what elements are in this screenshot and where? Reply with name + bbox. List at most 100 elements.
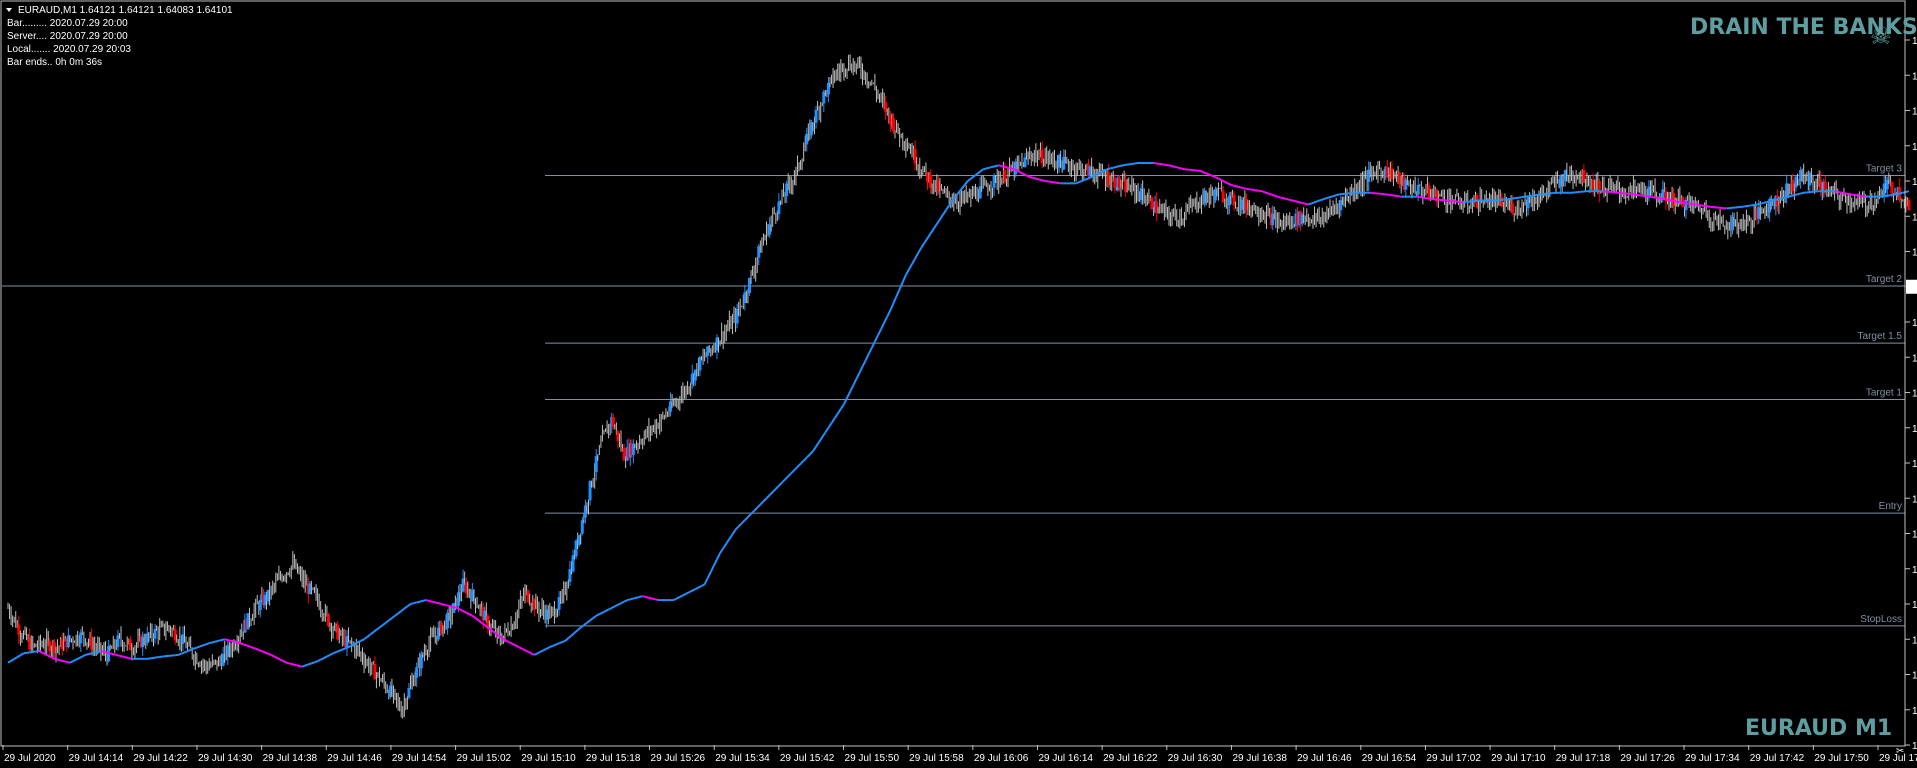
- ma-segment: [1843, 192, 1848, 195]
- ma-segment: [1311, 201, 1315, 205]
- ma-segment: [447, 604, 451, 608]
- ma-segment: [431, 600, 436, 604]
- ma-segment: [1772, 198, 1777, 202]
- ma-segment: [1800, 191, 1804, 195]
- time-tick-label: 29 Jul 15:50: [845, 753, 900, 764]
- ma-segment: [215, 639, 219, 643]
- ma-segment: [1085, 177, 1089, 181]
- ma-segment: [212, 640, 216, 644]
- ma-segment: [1332, 194, 1337, 198]
- price-tick-label: 1.63785: [1912, 530, 1917, 541]
- ma-segment: [205, 642, 210, 646]
- ma-segment: [549, 644, 554, 649]
- ma-segment: [633, 596, 637, 600]
- ma-segment: [1323, 197, 1328, 200]
- candle-body: [1511, 203, 1515, 214]
- candle-body: [1907, 199, 1911, 211]
- price-tick-label: 1.63695: [1912, 600, 1917, 611]
- ma-segment: [1326, 196, 1331, 200]
- ma-segment: [651, 597, 656, 601]
- ma-segment: [246, 644, 250, 648]
- ma-segment: [242, 643, 247, 647]
- ma-segment: [91, 651, 95, 655]
- price-tick-label: 1.63965: [1912, 389, 1917, 400]
- candle-body: [1416, 184, 1420, 195]
- ma-segment: [1797, 192, 1801, 196]
- ma-segment: [332, 651, 337, 655]
- ma-segment: [989, 165, 993, 169]
- ma-segment: [694, 586, 699, 591]
- time-tick-label: 29 Jul 16:30: [1168, 753, 1223, 764]
- ma-segment: [595, 613, 600, 617]
- ma-segment: [267, 652, 272, 656]
- ma-segment: [326, 654, 331, 658]
- ma-segment: [636, 595, 640, 599]
- ma-segment: [1097, 171, 1102, 175]
- time-tick-label: 29 Jul 16:38: [1232, 753, 1287, 764]
- ma-segment: [1763, 201, 1767, 204]
- ma-segment: [1239, 186, 1244, 190]
- candle-body: [1890, 182, 1894, 194]
- ma-segment: [1199, 169, 1204, 173]
- price-tick-label: 1.63515: [1912, 741, 1917, 752]
- level-label: Target 3: [1866, 164, 1903, 175]
- ma-segment: [66, 660, 71, 664]
- ma-segment: [1236, 185, 1241, 189]
- ma-segment: [78, 655, 83, 659]
- time-tick-label: 29 Jul 17:34: [1685, 753, 1740, 764]
- ma-segment: [224, 638, 229, 642]
- ma-segment: [261, 650, 266, 654]
- ma-segment: [94, 650, 99, 654]
- ma-segment: [1103, 168, 1108, 172]
- ma-segment: [502, 638, 507, 642]
- ma-segment: [992, 165, 996, 168]
- ma-segment: [1078, 179, 1083, 184]
- ma-segment: [982, 167, 987, 171]
- time-tick-label: 29 Jul 15:34: [715, 753, 770, 764]
- scissors-icon[interactable]: ✂: [1896, 746, 1904, 757]
- ma-segment: [113, 653, 117, 656]
- ma-segment: [459, 608, 464, 612]
- ma-segment: [1784, 195, 1789, 199]
- ma-segment: [410, 602, 414, 605]
- time-tick-label: 29 Jul 14:30: [198, 753, 253, 764]
- ma-segment: [413, 601, 417, 605]
- ma-segment: [1023, 173, 1028, 177]
- ma-segment: [57, 658, 61, 662]
- ma-segment: [1113, 165, 1117, 169]
- info-server-time: Server.... 2020.07.29 20:00: [7, 31, 128, 42]
- ma-segment: [1174, 165, 1179, 169]
- ma-segment: [630, 597, 634, 601]
- ma-segment: [279, 658, 284, 663]
- ma-segment: [320, 657, 325, 661]
- ma-segment: [202, 643, 207, 647]
- ma-segment: [995, 164, 999, 168]
- ma-segment: [292, 663, 297, 667]
- ma-segment: [177, 652, 182, 656]
- ma-segment: [1243, 187, 1247, 190]
- ma-segment: [1273, 194, 1278, 198]
- price-chart[interactable]: Target 3 Target 2 Target 1.5 Target 1 Entry S…: [0, 0, 1917, 768]
- ma-segment: [1211, 174, 1216, 179]
- ma-segment: [456, 607, 461, 611]
- ma-segment: [227, 639, 232, 642]
- ma-segment: [676, 596, 681, 600]
- ma-segment: [298, 664, 303, 668]
- ma-segment: [286, 661, 290, 665]
- ma-segment: [701, 583, 706, 587]
- ma-segment: [540, 649, 545, 653]
- ma-segment: [1775, 198, 1780, 201]
- ma-segment: [1171, 165, 1176, 168]
- ma-segment: [552, 643, 557, 647]
- ma-segment: [1038, 178, 1043, 182]
- ma-segment: [1298, 201, 1303, 204]
- time-tick-label: 29 Jul 15:10: [521, 753, 576, 764]
- ma-segment: [341, 647, 346, 651]
- ma-segment: [81, 654, 86, 658]
- ma-segment: [1760, 201, 1764, 205]
- ma-segment: [1787, 194, 1792, 198]
- ma-segment: [536, 650, 541, 655]
- ma-segment: [1834, 190, 1838, 193]
- time-tick-label: 29 Jul 16:06: [974, 753, 1029, 764]
- ma-segment: [258, 648, 263, 653]
